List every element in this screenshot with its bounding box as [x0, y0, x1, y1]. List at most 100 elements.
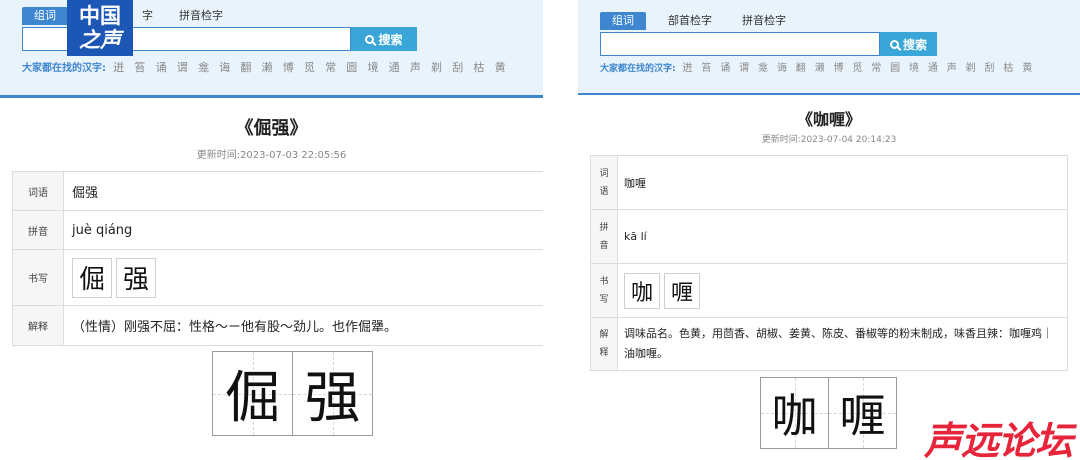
hot-char[interactable]: 境	[367, 61, 378, 74]
hot-char[interactable]: 迸	[113, 61, 124, 74]
hot-char[interactable]: 常	[325, 61, 336, 74]
hot-char[interactable]: 迸	[682, 63, 692, 74]
zhongguo-zhisheng-logo: 中国 之声	[67, 0, 133, 56]
search-tabs: 组词 部首检字 拼音检字	[600, 12, 798, 30]
hot-char[interactable]: 圆	[346, 61, 357, 74]
hot-char[interactable]: 通	[928, 63, 938, 74]
table-row: 解释 （性情）刚强不屈：性格～ㄧ他有股～劲儿。也作倔犟。	[12, 305, 543, 346]
hot-char[interactable]: 笞	[701, 63, 711, 74]
hot-char[interactable]: 笞	[134, 61, 145, 74]
pinyin-value: kā lí	[617, 209, 1068, 264]
table-row: 词语 咖喱	[590, 155, 1068, 210]
search-icon	[889, 39, 899, 49]
row-label-text: 词语	[599, 168, 609, 197]
grid-cell: 喱	[829, 378, 896, 448]
hot-char[interactable]: 濑	[262, 61, 273, 74]
tab-pinyin[interactable]: 拼音检字	[730, 12, 798, 30]
table-row: 拼音 juè qiáng	[12, 210, 543, 250]
hot-char[interactable]: 濑	[815, 63, 825, 74]
tab-bushou[interactable]: 字	[130, 7, 165, 25]
search-input[interactable]	[600, 32, 880, 56]
grid-char: 强	[304, 366, 361, 431]
pinyin-value: juè qiáng	[63, 210, 543, 250]
grid-char: 喱	[839, 389, 886, 443]
hot-char[interactable]: 常	[871, 63, 881, 74]
table-row: 解释 调味品名。色黄，用茴香、胡椒、姜黄、陈皮、番椒等的粉末制成，味香且辣：咖喱…	[590, 317, 1068, 371]
tab-bushou[interactable]: 部首检字	[656, 12, 724, 30]
writing-char: 喱	[664, 272, 700, 309]
grid-cell: 倔	[213, 352, 293, 435]
search-button[interactable]: 搜索	[880, 32, 937, 56]
hot-char[interactable]: 圆	[890, 63, 900, 74]
hot-char[interactable]: 谓	[177, 61, 188, 74]
row-label-text: 拼音	[599, 222, 609, 251]
writing-value: 咖 喱	[617, 263, 1068, 318]
writing-char: 强	[116, 257, 156, 298]
hot-char[interactable]: 博	[283, 61, 294, 74]
search-icon	[365, 34, 375, 44]
row-label: 词语	[590, 155, 618, 210]
grid-cell: 强	[293, 352, 372, 435]
hot-char[interactable]: 翻	[240, 61, 251, 74]
panel-divider	[543, 0, 578, 460]
writing-char: 咖	[624, 272, 660, 309]
hot-char[interactable]: 枯	[1003, 63, 1013, 74]
word-value: 咖喱	[617, 155, 1068, 210]
hot-char[interactable]: 谓	[739, 63, 749, 74]
hot-char[interactable]: 龛	[758, 63, 768, 74]
hot-char[interactable]: 刮	[452, 61, 463, 74]
hot-char[interactable]: 境	[909, 63, 919, 74]
hot-char[interactable]: 声	[410, 61, 421, 74]
entry-table: 词语 倔强 拼音 juè qiáng 书写 倔 强 解释 （性情）刚强不屈：性格…	[12, 171, 543, 346]
updated-time: 更新时间:2023-07-04 20:14:23	[761, 135, 897, 145]
table-row: 拼音 kā lí	[590, 209, 1068, 264]
search-button[interactable]: 搜索	[351, 27, 417, 51]
search-header: 组词 部首检字 拼音检字 搜索 大家都在找的汉字: 迸 笞 诵 谓 龛 诲 翻 …	[578, 0, 1080, 95]
hot-char[interactable]: 剃	[431, 61, 442, 74]
row-label: 书写	[590, 263, 618, 318]
tab-zuci[interactable]: 组词	[22, 7, 68, 25]
page-title: 《倔强》	[235, 118, 308, 139]
hot-char[interactable]: 诲	[219, 61, 230, 74]
entry-table: 词语 咖喱 拼音 kā lí 书写 咖 喱 解释 调味品名。色黄，用茴香、胡椒、…	[590, 155, 1068, 371]
left-dictionary-page: 组词 字 拼音检字 搜索 大家都在找的汉字: 迸 笞 诵 谓 龛 诲 翻 濑 博…	[0, 0, 543, 460]
right-dictionary-page: 组词 部首检字 拼音检字 搜索 大家都在找的汉字: 迸 笞 诵 谓 龛 诲 翻 …	[578, 0, 1080, 460]
hot-char[interactable]: 博	[833, 63, 843, 74]
hot-char[interactable]: 枯	[473, 61, 484, 74]
hot-char[interactable]: 声	[947, 63, 957, 74]
row-label-text: 书写	[599, 276, 609, 305]
hot-char[interactable]: 龛	[198, 61, 209, 74]
search-button-label: 搜索	[902, 37, 927, 52]
search-button-label: 搜索	[378, 32, 403, 47]
search-bar: 搜索	[600, 32, 937, 56]
tab-pinyin[interactable]: 拼音检字	[167, 7, 235, 25]
hot-char[interactable]: 觅	[304, 61, 315, 74]
hot-label: 大家都在找的汉字:	[600, 64, 676, 74]
hot-characters: 大家都在找的汉字: 迸 笞 诵 谓 龛 诲 翻 濑 博 觅 常 圆 境 通 声 …	[22, 59, 513, 75]
hot-characters: 大家都在找的汉字: 迸 笞 诵 谓 龛 诲 翻 濑 博 觅 常 圆 境 通 声 …	[600, 59, 1038, 74]
hot-char[interactable]: 诲	[777, 63, 787, 74]
hot-char[interactable]: 觅	[852, 63, 862, 74]
definition-value: （性情）刚强不屈：性格～ㄧ他有股～劲儿。也作倔犟。	[63, 305, 543, 346]
hot-char[interactable]: 通	[389, 61, 400, 74]
hot-char[interactable]: 黄	[495, 61, 506, 74]
definition-value: 调味品名。色黄，用茴香、胡椒、姜黄、陈皮、番椒等的粉末制成，味香且辣：咖喱鸡｜油…	[617, 317, 1068, 371]
writing-char: 倔	[72, 257, 112, 298]
table-row: 词语 倔强	[12, 171, 543, 211]
hot-char[interactable]: 翻	[796, 63, 806, 74]
hot-char[interactable]: 诵	[156, 61, 167, 74]
stroke-grid: 倔 强	[212, 351, 373, 436]
row-label-text: 解释	[599, 330, 609, 358]
row-label: 拼音	[590, 209, 618, 264]
word-value: 倔强	[63, 171, 543, 211]
grid-char: 倔	[224, 366, 281, 431]
hot-char[interactable]: 黄	[1022, 63, 1032, 74]
hot-char[interactable]: 刮	[984, 63, 994, 74]
hot-label: 大家都在找的汉字:	[22, 63, 106, 74]
hot-char[interactable]: 诵	[720, 63, 730, 74]
logo-line-2: 之声	[79, 28, 121, 52]
hot-char[interactable]: 剃	[966, 63, 976, 74]
tab-zuci[interactable]: 组词	[600, 12, 646, 30]
row-label: 解释	[590, 317, 618, 371]
row-label: 解释	[12, 305, 64, 346]
